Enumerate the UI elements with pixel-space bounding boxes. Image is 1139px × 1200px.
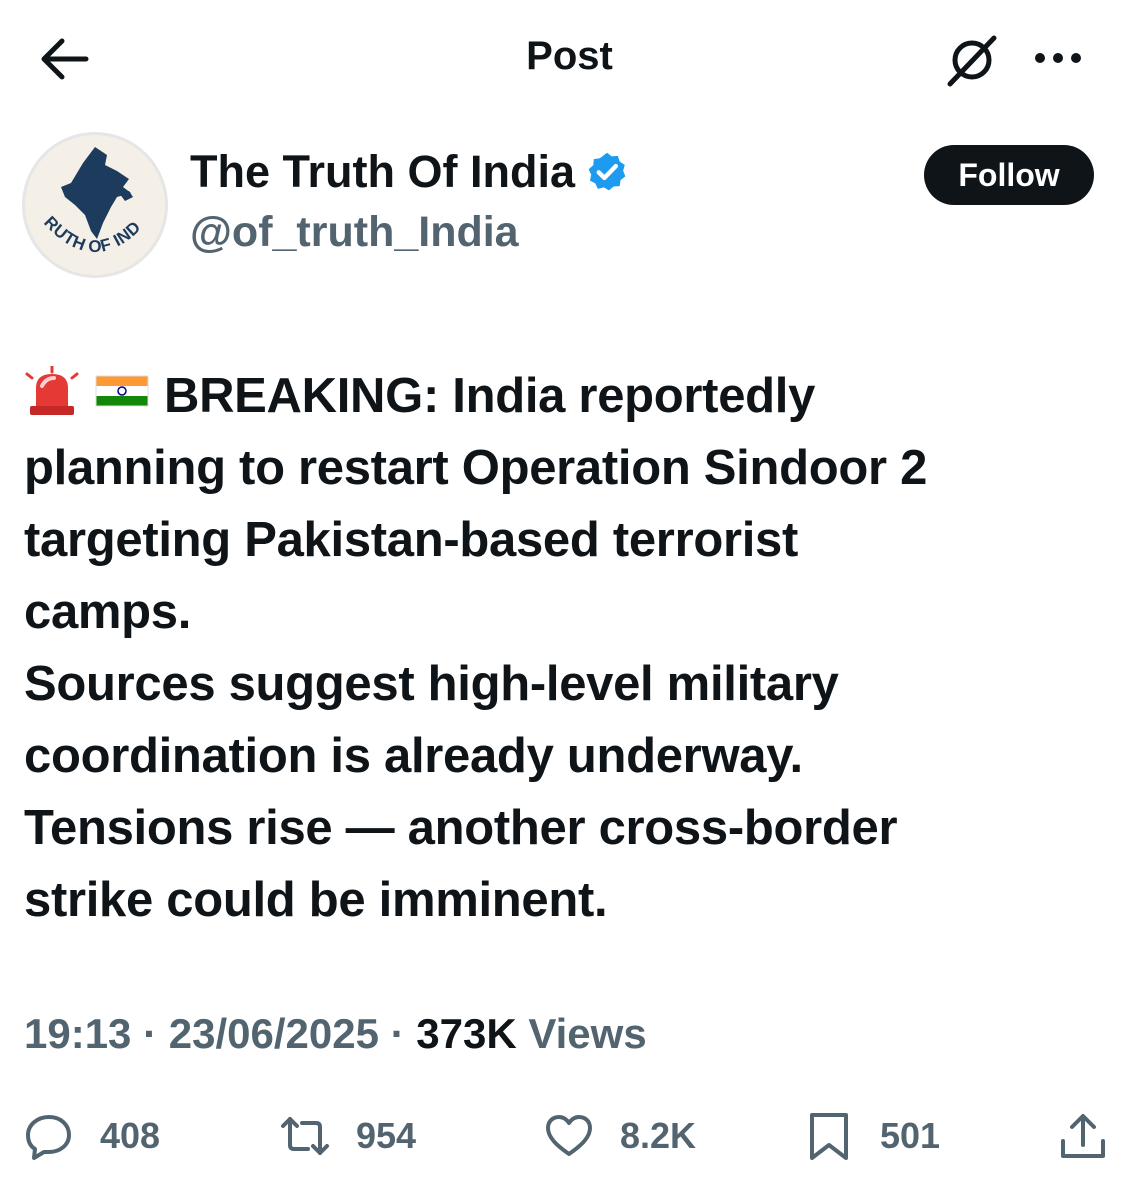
follow-button[interactable]: Follow (924, 145, 1094, 205)
india-flag-icon (95, 375, 149, 407)
rotating-light-icon (25, 366, 79, 415)
bookmark-button[interactable]: 501 (804, 1108, 940, 1164)
author-name-row[interactable]: The Truth Of India (190, 146, 629, 198)
repost-icon (281, 1117, 329, 1155)
author-handle[interactable]: @of_truth_India (190, 208, 519, 257)
tweet-line-2: planning to restart Operation Sindoor 2 (24, 441, 928, 495)
tweet-line-8: strike could be imminent. (24, 873, 608, 927)
tweet-meta: 19:13 · 23/06/2025 · 373K Views (24, 1010, 647, 1058)
verified-badge-icon (588, 152, 626, 191)
bookmark-icon (810, 1113, 848, 1160)
india-map-logo-icon: TRUTH OF INDIA (25, 135, 144, 256)
reply-icon (26, 1115, 71, 1160)
back-button[interactable] (34, 30, 92, 88)
tweet-time[interactable]: 19:13 (24, 1010, 131, 1057)
tweet-line-1: BREAKING: India reportedly (24, 360, 1114, 432)
repost-button[interactable]: 954 (280, 1108, 416, 1164)
more-options-button[interactable] (1028, 38, 1088, 78)
views-label: Views (516, 1010, 647, 1057)
tweet-line-text: BREAKING: India reportedly (164, 369, 816, 423)
tweet-date[interactable]: 23/06/2025 (169, 1010, 379, 1057)
arrow-left-icon (41, 38, 89, 80)
meta-separator: · (131, 1010, 169, 1057)
tweet-line-6: coordination is already underway. (24, 729, 803, 783)
tweet-text: BREAKING: India reportedly planning to r… (24, 360, 1114, 936)
share-icon (1061, 1114, 1105, 1158)
more-horizontal-icon (1035, 53, 1081, 63)
grok-icon (947, 35, 997, 87)
grok-button[interactable] (942, 30, 1002, 90)
avatar[interactable]: TRUTH OF INDIA (22, 132, 168, 278)
tweet-line-5: Sources suggest high-level military (24, 657, 839, 711)
tweet-line-3: targeting Pakistan-based terrorist (24, 513, 799, 567)
share-button[interactable] (1058, 1108, 1108, 1164)
repost-count: 954 (356, 1115, 417, 1156)
reply-count: 408 (100, 1115, 161, 1156)
tweet-line-7: Tensions rise — another cross-border (24, 801, 898, 855)
bookmark-count: 501 (880, 1115, 941, 1156)
views-count[interactable]: 373K (416, 1010, 516, 1057)
like-count: 8.2K (620, 1115, 697, 1156)
tweet-line-4: camps. (24, 585, 192, 639)
heart-icon (546, 1115, 592, 1156)
meta-separator: · (378, 1010, 417, 1057)
reply-button[interactable]: 408 (24, 1108, 160, 1164)
like-button[interactable]: 8.2K (544, 1108, 696, 1164)
display-name: The Truth Of India (190, 146, 575, 197)
